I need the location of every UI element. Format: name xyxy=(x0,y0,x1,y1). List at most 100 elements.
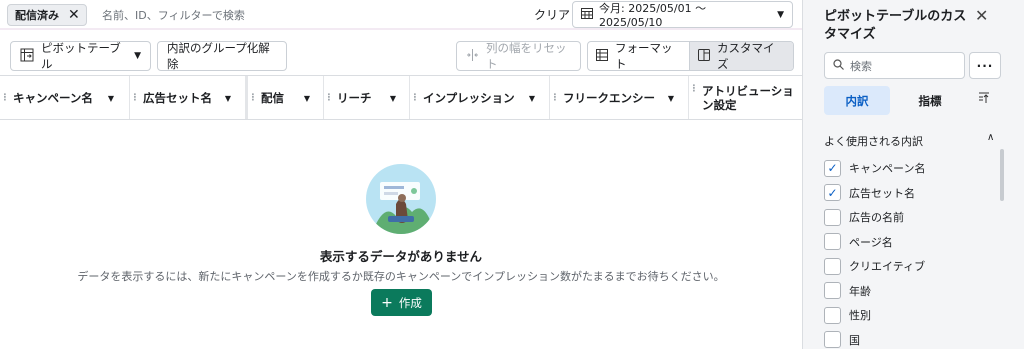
column-header-label: インプレッション xyxy=(423,90,515,105)
checkbox[interactable] xyxy=(824,233,841,250)
drag-handle-icon[interactable]: ⋮ xyxy=(248,93,258,103)
empty-state-description: データを表示するには、新たにキャンペーンを作成するか既存のキャンペーンでインプレ… xyxy=(77,270,725,283)
filter-bar: 配信済み ✕ 名前、ID、フィルターで検索 クリア 今月: 2025/05/01… xyxy=(0,0,802,30)
search-filter-input[interactable]: 名前、ID、フィルターで検索 xyxy=(102,7,245,23)
column-header-label: 配信 xyxy=(261,90,284,105)
customize-icon xyxy=(698,48,711,64)
column-width-icon xyxy=(466,48,479,64)
pivot-table-dropdown[interactable]: ピボットテーブル ▼ xyxy=(10,41,151,71)
caret-down-icon[interactable]: ▼ xyxy=(523,89,541,107)
caret-down-icon: ▼ xyxy=(777,9,784,20)
checkbox[interactable] xyxy=(824,306,841,324)
breakdown-option[interactable]: 性別 xyxy=(824,306,871,324)
clear-button[interactable]: クリア xyxy=(534,6,570,23)
breakdown-option[interactable]: ✓ 広告セット名 xyxy=(824,184,915,202)
caret-down-icon[interactable]: ▼ xyxy=(384,89,402,107)
caret-down-icon[interactable]: ▼ xyxy=(662,89,680,107)
customize-panel: ピボットテーブルのカスタマイズ ✕ 検索 ··· 内訳 指標 よく使用される内訳… xyxy=(802,0,1024,349)
column-header-impressions[interactable]: ⋮ インプレッション ▼ xyxy=(410,76,550,119)
checkbox[interactable] xyxy=(824,331,841,348)
column-header-label: アトリビューション設定 xyxy=(702,84,794,112)
caret-down-icon[interactable]: ▼ xyxy=(219,89,237,107)
panel-title: ピボットテーブルのカスタマイズ xyxy=(824,9,967,42)
checkmark-icon: ✓ xyxy=(827,161,838,175)
close-icon[interactable]: ✕ xyxy=(68,8,80,22)
format-icon xyxy=(596,48,608,64)
pivot-table-icon xyxy=(20,48,34,65)
checkmark-icon: ✓ xyxy=(827,185,838,200)
tab-metrics[interactable]: 指標 xyxy=(897,86,963,115)
filter-chip-delivered[interactable]: 配信済み ✕ xyxy=(7,4,87,26)
calendar-icon xyxy=(581,7,593,22)
breakdown-option[interactable]: クリエイティブ xyxy=(824,257,925,275)
breakdown-option-label: クリエイティブ xyxy=(849,260,926,273)
caret-down-icon: ▼ xyxy=(134,51,141,61)
toolbar: ピボットテーブル ▼ 内訳のグループ化解除 列の幅をリセット フォーマット カス… xyxy=(0,30,802,75)
column-header-delivery[interactable]: ⋮ 配信 ▼ xyxy=(248,76,324,119)
breakdown-option-label: 広告の名前 xyxy=(849,211,904,224)
caret-down-icon[interactable]: ▼ xyxy=(102,89,120,107)
column-header-campaign-name[interactable]: ⋮ キャンペーン名 ▼ xyxy=(0,76,130,119)
column-header-label: リーチ xyxy=(337,90,372,105)
reset-column-width-label: 列の幅をリセット xyxy=(486,41,567,71)
checkbox[interactable] xyxy=(824,257,841,275)
drag-handle-icon[interactable]: ⋮ xyxy=(410,93,420,103)
column-header-label: フリークエンシー xyxy=(563,90,655,105)
panel-scrollbar[interactable] xyxy=(1000,149,1004,201)
breakdown-option[interactable]: 広告の名前 xyxy=(824,208,904,226)
search-icon xyxy=(833,58,844,73)
sort-icon[interactable] xyxy=(978,92,990,107)
date-range-label: 今月: 2025/05/01 ～ 2025/05/10 xyxy=(599,2,707,29)
checkbox[interactable]: ✓ xyxy=(824,184,841,201)
checkbox[interactable]: ✓ xyxy=(824,159,841,177)
panel-search-input[interactable]: 検索 xyxy=(824,52,965,79)
customize-label: カスタマイズ xyxy=(717,41,775,71)
ungroup-breakdown-button[interactable]: 内訳のグループ化解除 xyxy=(157,41,287,71)
column-header-label: キャンペーン名 xyxy=(13,90,93,105)
breakdown-option[interactable]: ページ名 xyxy=(824,233,893,251)
breakdown-option-label: 広告セット名 xyxy=(849,186,915,200)
filter-chip-label: 配信済み xyxy=(15,9,59,22)
caret-down-icon[interactable]: ▼ xyxy=(298,89,316,107)
checkbox[interactable] xyxy=(824,282,841,299)
view-toggle: フォーマット カスタマイズ xyxy=(587,41,794,71)
column-header-label: 広告セット名 xyxy=(143,90,212,105)
breakdown-option-label: ページ名 xyxy=(849,235,893,249)
section-header: よく使用される内訳 xyxy=(824,135,923,148)
column-header-reach[interactable]: ⋮ リーチ ▼ xyxy=(324,76,410,119)
column-header-frequency[interactable]: ⋮ フリークエンシー ▼ xyxy=(550,76,689,119)
create-label: 作成 xyxy=(398,295,422,310)
breakdown-option-label: 性別 xyxy=(849,309,871,322)
pivot-table-label: ピボットテーブル xyxy=(41,41,121,71)
more-icon[interactable]: ··· xyxy=(969,52,1001,79)
breakdown-option[interactable]: ✓ キャンペーン名 xyxy=(824,159,925,177)
column-header-attribution[interactable]: ⋮ アトリビューション設定 xyxy=(689,76,802,119)
checkbox[interactable] xyxy=(824,208,841,226)
empty-state-illustration xyxy=(366,164,436,234)
breakdown-option[interactable]: 年齢 xyxy=(824,282,871,300)
customize-button[interactable]: カスタマイズ xyxy=(689,42,793,70)
date-range-button[interactable]: 今月: 2025/05/01 ～ 2025/05/10 ▼ xyxy=(572,1,793,29)
table-header: ⋮ キャンペーン名 ▼ ⋮ 広告セット名 ▼ ⋮ 配信 ▼ ⋮ リーチ ▼ ⋮ … xyxy=(0,75,802,120)
format-label: フォーマット xyxy=(615,41,673,71)
column-header-adset-name[interactable]: ⋮ 広告セット名 ▼ xyxy=(130,76,248,119)
search-placeholder: 検索 xyxy=(850,59,872,73)
empty-state-title: 表示するデータがありません xyxy=(319,249,483,264)
breakdown-option-label: 年齢 xyxy=(849,284,871,298)
create-button[interactable]: + 作成 xyxy=(371,289,432,316)
drag-handle-icon[interactable]: ⋮ xyxy=(324,93,334,103)
close-icon[interactable]: ✕ xyxy=(975,6,988,25)
drag-handle-icon[interactable]: ⋮ xyxy=(0,93,10,103)
tab-breakdown[interactable]: 内訳 xyxy=(824,86,890,115)
chevron-up-icon[interactable]: ∧ xyxy=(987,132,994,143)
format-button[interactable]: フォーマット xyxy=(588,42,689,70)
ungroup-label: 内訳のグループ化解除 xyxy=(167,41,270,71)
plus-icon: + xyxy=(381,294,393,311)
breakdown-option-label: キャンペーン名 xyxy=(849,162,926,175)
breakdown-option[interactable]: 国 xyxy=(824,331,860,349)
breakdown-option-label: 国 xyxy=(849,333,860,347)
drag-handle-icon[interactable]: ⋮ xyxy=(689,84,699,94)
drag-handle-icon[interactable]: ⋮ xyxy=(130,93,140,103)
drag-handle-icon[interactable]: ⋮ xyxy=(550,93,560,103)
reset-column-width-button[interactable]: 列の幅をリセット xyxy=(456,41,581,71)
